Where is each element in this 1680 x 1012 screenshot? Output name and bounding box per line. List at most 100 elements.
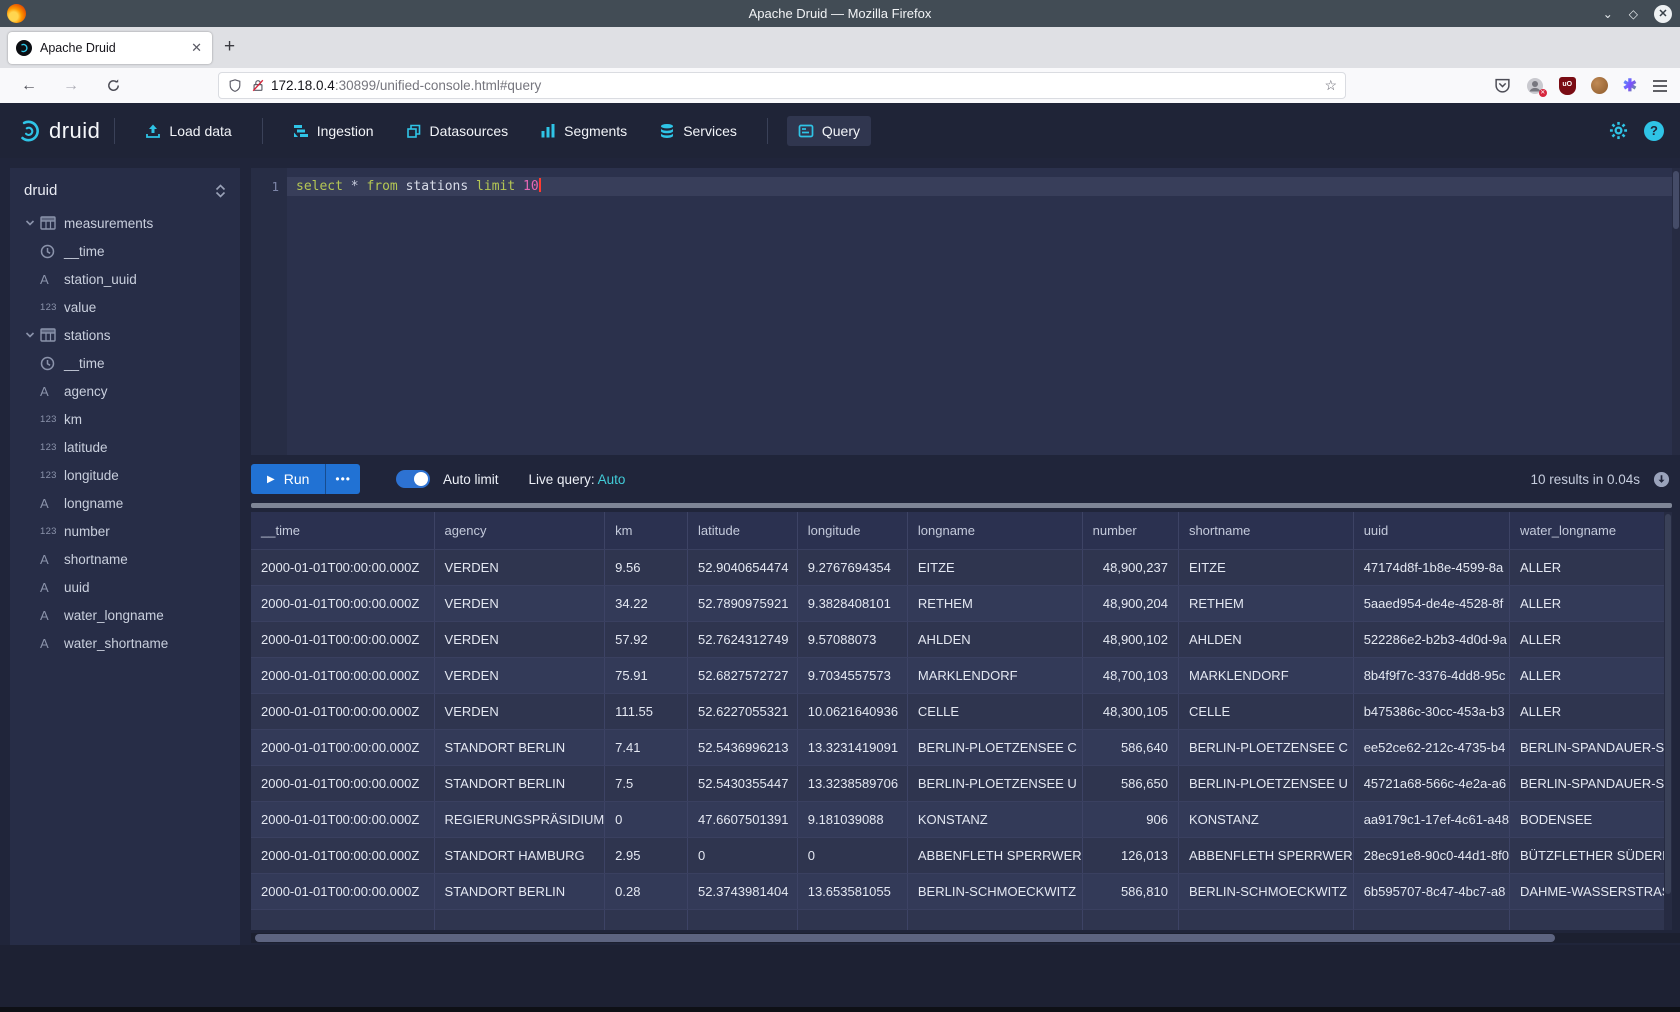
window-close-icon[interactable]: ✕	[1654, 5, 1672, 23]
live-query-label[interactable]: Live query: Auto	[529, 472, 626, 487]
cell-__time[interactable]: 2000-01-01T00:00:00.000Z	[251, 693, 434, 729]
query-editor[interactable]: 1 select * from stations limit 10	[251, 168, 1680, 455]
cell-__time[interactable]: 2000-01-01T00:00:00.000Z	[251, 549, 434, 585]
tree-column-number[interactable]: 123number	[10, 517, 240, 545]
cell-agency[interactable]: VERDEN	[434, 549, 605, 585]
cell-longitude[interactable]: 13.653581055	[797, 873, 907, 909]
editor-vertical-scrollbar[interactable]	[1672, 168, 1680, 455]
nav-item-datasources[interactable]: Datasources	[395, 116, 520, 146]
nav-item-ingestion[interactable]: Ingestion	[282, 116, 385, 146]
run-more-button[interactable]: •••	[325, 464, 360, 494]
cell-longname[interactable]: MARKLENDORF	[907, 657, 1082, 693]
pane-splitter[interactable]	[251, 503, 1672, 508]
tree-column-shortname[interactable]: Ashortname	[10, 545, 240, 573]
cell-agency[interactable]: STANDORT BERLIN	[434, 765, 605, 801]
cell-__time[interactable]: 2000-01-01T00:00:00.000Z	[251, 585, 434, 621]
cell-agency[interactable]: VERDEN	[434, 621, 605, 657]
nav-item-services[interactable]: Services	[648, 116, 748, 146]
cell-km[interactable]: 9.56	[605, 549, 688, 585]
cell-km[interactable]: 75.91	[605, 657, 688, 693]
cell-latitude[interactable]: 52.6827572727	[688, 657, 798, 693]
cell-longitude[interactable]: 13.3238589706	[797, 765, 907, 801]
results-horizontal-scrollbar[interactable]	[251, 933, 1680, 943]
query-text[interactable]: select * from stations limit 10	[296, 177, 541, 196]
tree-column-longname[interactable]: Alongname	[10, 489, 240, 517]
cell-km[interactable]: 57.92	[605, 621, 688, 657]
cell-shortname[interactable]: BERLIN-SCHMOECKWITZ	[1178, 873, 1353, 909]
cell-longitude[interactable]: 0	[797, 837, 907, 873]
cell-uuid[interactable]: b475386c-30cc-453a-b3	[1353, 693, 1509, 729]
cell-latitude[interactable]: 52.6227055321	[688, 693, 798, 729]
cell-latitude[interactable]: 0	[688, 837, 798, 873]
cell-uuid[interactable]: 5aaed954-de4e-4528-8f	[1353, 585, 1509, 621]
cell-km[interactable]: 0	[605, 801, 688, 837]
cell-shortname[interactable]: BERLIN-PLOETZENSEE C	[1178, 729, 1353, 765]
tree-column-latitude[interactable]: 123latitude	[10, 433, 240, 461]
ublock-icon[interactable]: uO	[1559, 77, 1576, 95]
cell-uuid[interactable]: aa9179c1-17ef-4c61-a48	[1353, 801, 1509, 837]
cell-latitude[interactable]: 52.7890975921	[688, 585, 798, 621]
cell-agency[interactable]: REGIERUNGSPRÄSIDIUM	[434, 801, 605, 837]
nav-item-segments[interactable]: Segments	[529, 116, 638, 146]
cell-number[interactable]: 48,900,204	[1082, 585, 1178, 621]
cell-longname[interactable]: ABBENFLETH SPERRWER	[907, 837, 1082, 873]
column-header-longitude[interactable]: longitude	[797, 512, 907, 549]
cell-__time[interactable]: 2000-01-01T00:00:00.000Z	[251, 729, 434, 765]
cell-agency[interactable]: VERDEN	[434, 693, 605, 729]
cell-water_longname[interactable]: ALLER	[1509, 549, 1671, 585]
download-icon[interactable]	[1653, 471, 1670, 488]
cell-longname[interactable]: BERLIN-SCHMOECKWITZ	[907, 873, 1082, 909]
new-tab-button[interactable]: +	[224, 36, 235, 58]
cell-longitude[interactable]: 9.181039088	[797, 801, 907, 837]
chevron-down-icon[interactable]	[24, 329, 40, 341]
cell-__time[interactable]: 2000-01-01T00:00:00.000Z	[251, 621, 434, 657]
cell-shortname[interactable]: RETHEM	[1178, 585, 1353, 621]
tree-column-uuid[interactable]: Auuid	[10, 573, 240, 601]
column-header-uuid[interactable]: uuid	[1353, 512, 1509, 549]
cell-shortname[interactable]: BERLIN-PLOETZENSEE U	[1178, 765, 1353, 801]
cell-__time[interactable]: 2000-01-01T00:00:00.000Z	[251, 765, 434, 801]
column-header-latitude[interactable]: latitude	[688, 512, 798, 549]
forward-button[interactable]: →	[58, 77, 84, 95]
cell-agency[interactable]: STANDORT HAMBURG	[434, 837, 605, 873]
cell-number[interactable]: 48,300,105	[1082, 693, 1178, 729]
cell-__time[interactable]: 2000-01-01T00:00:00.000Z	[251, 801, 434, 837]
cell-km[interactable]: 111.55	[605, 693, 688, 729]
tree-column-longitude[interactable]: 123longitude	[10, 461, 240, 489]
tree-table-stations[interactable]: stations	[10, 321, 240, 349]
cell-uuid[interactable]: 522286e2-b2b3-4d0d-9a	[1353, 621, 1509, 657]
cell-shortname[interactable]: AHLDEN	[1178, 621, 1353, 657]
tree-column-water_shortname[interactable]: Awater_shortname	[10, 629, 240, 657]
bookmark-star-icon[interactable]: ☆	[1324, 77, 1337, 94]
column-header-agency[interactable]: agency	[434, 512, 605, 549]
reload-button[interactable]	[100, 78, 126, 93]
cell-__time[interactable]: 2000-01-01T00:00:00.000Z	[251, 837, 434, 873]
cell-longitude[interactable]: 10.0621640936	[797, 693, 907, 729]
cell-number[interactable]: 48,900,237	[1082, 549, 1178, 585]
cell-km[interactable]: 0.28	[605, 873, 688, 909]
cell-water_longname[interactable]: BERLIN-SPANDAUER-S	[1509, 765, 1671, 801]
cell-number[interactable]: 48,700,103	[1082, 657, 1178, 693]
cell-longname[interactable]: AHLDEN	[907, 621, 1082, 657]
cell-water_longname[interactable]: BERLIN-SPANDAUER-S	[1509, 729, 1671, 765]
cell-longname[interactable]: CELLE	[907, 693, 1082, 729]
cell-agency[interactable]: STANDORT BERLIN	[434, 873, 605, 909]
auto-limit-toggle[interactable]	[396, 470, 430, 488]
cell-uuid[interactable]: 47174d8f-1b8e-4599-8a	[1353, 549, 1509, 585]
cell-shortname[interactable]: EITZE	[1178, 549, 1353, 585]
cell-longname[interactable]: BERLIN-PLOETZENSEE C	[907, 729, 1082, 765]
cell-water_longname[interactable]: ALLER	[1509, 621, 1671, 657]
browser-tab-active[interactable]: Apache Druid ✕	[8, 32, 212, 64]
cell-water_longname[interactable]: ALLER	[1509, 657, 1671, 693]
results-vertical-scrollbar[interactable]	[1664, 512, 1672, 930]
cell-__time[interactable]: 2000-01-01T00:00:00.000Z	[251, 657, 434, 693]
window-minimize-icon[interactable]: ⌄	[1603, 7, 1613, 21]
cell-water_longname[interactable]: ALLER	[1509, 585, 1671, 621]
cell-water_longname[interactable]: DAHME-WASSERSTRAS	[1509, 873, 1671, 909]
tree-table-measurements[interactable]: measurements	[10, 209, 240, 237]
cell-longname[interactable]: BERLIN-PLOETZENSEE U	[907, 765, 1082, 801]
cell-longitude[interactable]: 13.3231419091	[797, 729, 907, 765]
sort-icon[interactable]	[215, 184, 226, 198]
window-maximize-icon[interactable]: ◇	[1629, 7, 1638, 21]
url-field[interactable]: 172.18.0.4:30899/unified-console.html#qu…	[218, 72, 1346, 99]
